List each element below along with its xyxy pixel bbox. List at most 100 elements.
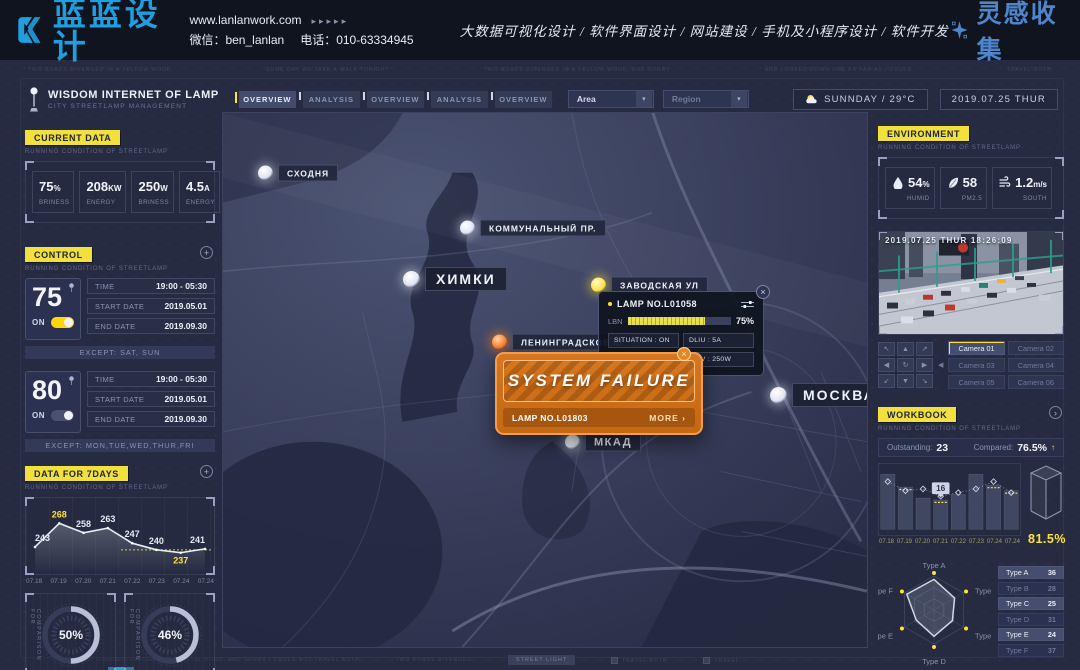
travel-checkbox[interactable]: TRAVEL [703, 657, 739, 664]
camera-button-4[interactable]: Camera 04 [1008, 358, 1064, 372]
weather-widget: SUNNDAY / 29°C [793, 89, 928, 110]
camera-button-5[interactable]: Camera 05 [948, 375, 1004, 389]
sparkle-icon [949, 17, 970, 43]
camera-pan-2[interactable]: ▲ [897, 342, 914, 356]
deco-top-5: TRAVEL BOTH [1007, 67, 1052, 73]
chevron-down-icon: ▾ [731, 91, 747, 107]
radar-type-row-3[interactable]: Type C25 [998, 597, 1064, 610]
close-icon[interactable]: × [756, 285, 770, 299]
tab-overview-3[interactable]: OVERVIEW [367, 91, 424, 108]
camera-pan-9[interactable]: ↘ [916, 374, 933, 388]
panel-subtitle: RUNNING CONDITION OF STREETLAMP [25, 485, 215, 491]
sun-cloud-icon [805, 93, 818, 106]
area-select[interactable]: Area ▾ [568, 90, 654, 108]
panel-subtitle: RUNNING CONDITION OF STREETLAMP [878, 145, 1064, 151]
add-button[interactable]: + [200, 465, 213, 478]
camera-dpad: ↖▲↗ ◀↻▶ ↙▼↘ [878, 342, 933, 388]
poem-fragment: TWO ROADS DIVERGED [396, 657, 472, 663]
power-toggle[interactable] [51, 410, 74, 421]
prev-icon[interactable]: ◀ [938, 361, 943, 369]
control-groups: 75ONTIME19:00 - 05:30START DATE2019.05.0… [25, 278, 215, 452]
brightness-slider[interactable] [628, 317, 731, 325]
radar-type-row-4[interactable]: Type D31 [998, 613, 1064, 626]
camera-button-6[interactable]: Camera 06 [1008, 375, 1064, 389]
map[interactable]: СХОДНЯКОММУНАЛЬНЫЙ ПР.ХИМКИЗАВОДСКАЯ УЛЛ… [222, 112, 868, 648]
schedule-field-start-date[interactable]: START DATE2019.05.01 [87, 298, 215, 314]
camera-pan-8[interactable]: ▼ [897, 374, 914, 388]
radar-type-row-1[interactable]: Type A36 [998, 566, 1064, 579]
metric-tile-energy: 4.5AENERGY [179, 171, 220, 213]
expand-button[interactable]: › [1049, 406, 1062, 419]
failure-footer: LAMP NO.L01803 MORE › [503, 408, 695, 427]
brightness-row: LBN 75% [608, 316, 754, 326]
lbn-fill [628, 317, 706, 325]
camera-button-1[interactable]: Camera 01 [948, 341, 1004, 355]
region-select[interactable]: Region ▾ [663, 90, 749, 108]
lbn-value: 75% [736, 316, 754, 326]
workbook-x-6: 07.23 [969, 539, 984, 545]
camera-button-3[interactable]: Camera 03 [948, 358, 1004, 372]
svg-text:Type E: Type E [878, 632, 893, 641]
lamp-id: LAMP NO.L01058 [617, 299, 697, 309]
camera-pan-3[interactable]: ↗ [916, 342, 933, 356]
more-button[interactable]: MORE › [649, 413, 686, 423]
website-link[interactable]: www.lanlanwork.com [189, 13, 301, 27]
tab-overview-1[interactable]: OVERVIEW [239, 91, 296, 108]
tab-analysis-4[interactable]: ANALYSIS [431, 91, 488, 108]
travel-both-checkbox[interactable]: TRAVEL BOTH [611, 657, 667, 664]
failure-message: SYSTEM FAILURE [508, 371, 690, 391]
cube-decoration [1029, 463, 1063, 523]
metric-tile-energy: 208KWENERGY [79, 171, 126, 213]
workbook-panel: WORKBOOK RUNNING CONDITION OF STREETLAMP… [878, 405, 1064, 546]
map-pin-2[interactable]: КОММУНАЛЬНЫЙ ПР. [460, 220, 606, 237]
gauges-row: COMPARISON FOR50%COMPARISON FOR46% [25, 593, 215, 670]
schedule-field-end-date[interactable]: END DATE2019.09.30 [87, 318, 215, 334]
camera-pan-4[interactable]: ◀ [878, 358, 895, 372]
header-status: SUNNDAY / 29°C 2019.07.25 THUR [793, 89, 1058, 110]
map-pin-6[interactable]: МОСКВА [770, 383, 868, 407]
leaf-icon [947, 176, 959, 189]
schedule-field-end-date[interactable]: END DATE2019.09.30 [87, 411, 215, 427]
week-data-panel: DATA FOR 7DAYS RUNNING CONDITION OF STRE… [25, 464, 215, 585]
camera-button-2[interactable]: Camera 02 [1008, 341, 1064, 355]
panel-title-badge: CURRENT DATA [25, 130, 120, 145]
svg-text:247: 247 [125, 529, 140, 539]
map-pin-1[interactable]: СХОДНЯ [258, 165, 338, 182]
radar-type-row-5[interactable]: Type E24 [998, 628, 1064, 641]
sliders-icon[interactable] [741, 300, 754, 309]
outstanding-label: Outstanding: [887, 443, 932, 452]
map-pin-label: МКАД [585, 433, 641, 452]
schedule-field-start-date[interactable]: START DATE2019.05.01 [87, 391, 215, 407]
left-column: CURRENT DATA RUNNING CONDITION OF STREET… [25, 128, 215, 670]
phone-text: 电话：010-63334945 [300, 33, 413, 47]
camera-pan-5[interactable]: ↻ [897, 358, 914, 372]
schedule-field-time[interactable]: TIME19:00 - 05:30 [87, 371, 215, 387]
radar-type-row-6[interactable]: Type F37 [998, 644, 1064, 657]
week-x-labels: 07.1807.1907.2007.2107.2207.2307.2407.24 [25, 575, 215, 585]
camera-pan-1[interactable]: ↖ [878, 342, 895, 356]
compared-value: 76.5% [1017, 442, 1047, 454]
camera-pan-6[interactable]: ▶ [916, 358, 933, 372]
power-toggle[interactable] [51, 317, 74, 328]
tab-analysis-2[interactable]: ANALYSIS [303, 91, 360, 108]
deco-top-3: TWO ROADS DIVERGED IN A YELLOW WOOD, AND… [484, 67, 671, 73]
camera-pan-7[interactable]: ↙ [878, 374, 895, 388]
map-pin-3[interactable]: ХИМКИ [403, 267, 507, 291]
schedule-field-time[interactable]: TIME19:00 - 05:30 [87, 278, 215, 294]
control-group-2: 80ONTIME19:00 - 05:30START DATE2019.05.0… [25, 371, 215, 433]
close-icon[interactable]: × [677, 347, 691, 361]
promo-banner: 蓝蓝设计 www.lanlanwork.com▸▸▸▸▸ 微信：ben_lanl… [0, 0, 1080, 60]
inspiration-collect: 灵感收集 [949, 0, 1064, 66]
current-data-panel: CURRENT DATA RUNNING CONDITION OF STREET… [25, 128, 215, 223]
radar-type-row-2[interactable]: Type B28 [998, 582, 1064, 595]
date-widget: 2019.07.25 THUR [940, 89, 1058, 110]
lamp-pin-icon [460, 221, 475, 236]
except-days: EXCEPT: SAT, SUN [25, 346, 215, 359]
street-light-tag: STREET LIGHT [508, 655, 575, 665]
system-failure-popup: × SYSTEM FAILURE LAMP NO.L01803 MORE › [495, 352, 703, 435]
map-pin-label: СХОДНЯ [278, 165, 338, 182]
tab-overview-5[interactable]: OVERVIEW [495, 91, 552, 108]
add-button[interactable]: + [200, 246, 213, 259]
map-pin-7[interactable]: МКАД [565, 433, 641, 452]
camera-controls: ↖▲↗◀↻▶↙▼↘ ◀ Camera 01Camera 02Camera 03C… [878, 341, 1064, 389]
